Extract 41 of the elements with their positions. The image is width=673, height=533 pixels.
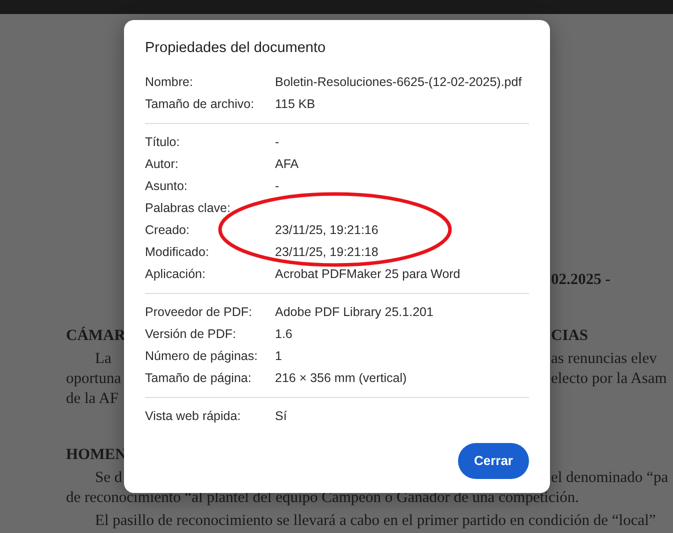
document-text: electo por la Asam [551,369,667,389]
document-text: CIAS [551,326,588,346]
property-label: Tamaño de archivo: [145,96,256,113]
property-value: Acrobat PDFMaker 25 para Word [275,266,460,283]
property-label: Modificado: [145,244,210,261]
property-value: 216 × 356 mm (vertical) [275,370,407,387]
close-button[interactable]: Cerrar [458,443,529,479]
property-value: 1.6 [275,326,292,343]
property-label: Nombre: [145,74,194,91]
property-value: 23/11/25, 19:21:16 [275,222,378,239]
property-value: AFA [275,156,299,173]
property-label: Número de páginas: [145,348,259,365]
property-value: 1 [275,348,282,365]
property-label: Asunto: [145,178,188,195]
property-label: Aplicación: [145,266,206,283]
document-text: El pasillo de reconocimiento se llevará a cabo en el primer partido en condición de “local” [94,511,656,531]
document-text: de la AF [65,389,119,409]
dialog-title: Propiedades del documento [145,39,327,58]
property-value: Adobe PDF Library 25.1.201 [275,304,434,321]
document-text: Se d [94,468,122,488]
property-label: Título: [145,134,181,151]
document-text: as renuncias elev [551,349,657,369]
property-value: 115 KB [275,96,316,113]
property-label: Autor: [145,156,180,173]
property-value: - [275,134,280,151]
document-text: La [94,349,112,369]
property-label: Palabras clave: [145,200,232,217]
document-text: CÁMAR [65,326,126,346]
property-label: Versión de PDF: [145,326,238,343]
property-label: Creado: [145,222,190,239]
property-value: Sí [275,408,287,425]
property-label: Tamaño de página: [145,370,252,387]
property-value: 23/11/25, 19:21:18 [275,244,378,261]
property-value: Boletin-Resoluciones-6625-(12-02-2025).pdf [275,74,522,91]
document-text: 02.2025 - [551,270,610,290]
property-label: Vista web rápida: [145,408,242,425]
property-value: - [275,178,280,195]
document-text: HOMEN [65,445,126,465]
property-label: Proveedor de PDF: [145,304,253,321]
document-text: el denominado “pa [551,468,668,488]
document-text: oportuna [65,369,122,389]
